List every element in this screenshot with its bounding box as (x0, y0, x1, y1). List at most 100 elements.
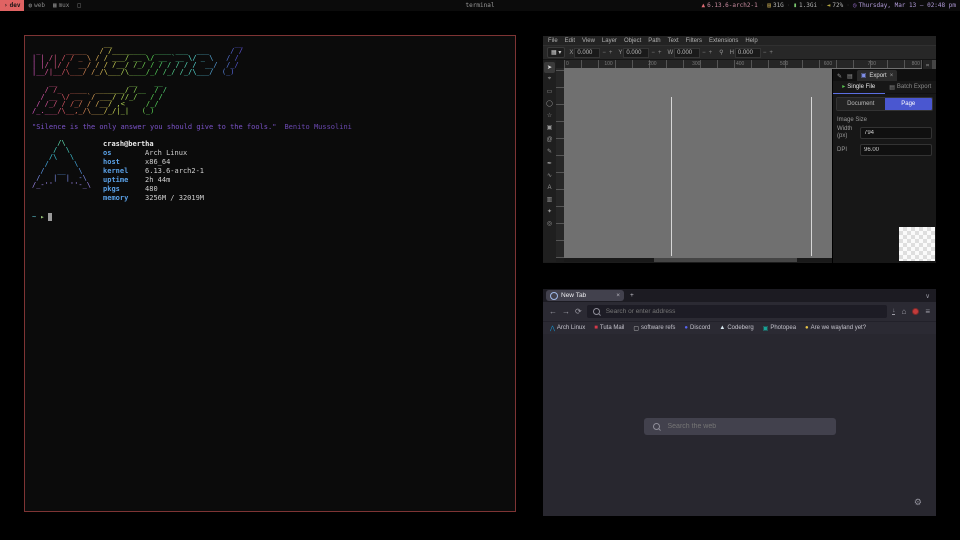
bookmark-favicon: ▢ (633, 325, 639, 332)
text-tool[interactable]: A (544, 182, 555, 193)
export-panel-tabs: ✎ ▤ ▣ Export × (833, 69, 936, 81)
shell-prompt[interactable]: ~ ▸ (32, 213, 508, 221)
bookmark-arch-linux[interactable]: ⋀Arch Linux (550, 325, 585, 332)
export-tab-icon: ▣ (861, 72, 867, 79)
export-tab-close-icon[interactable]: × (890, 73, 894, 79)
menu-help[interactable]: Help (745, 38, 757, 44)
workspace-scratch[interactable]: □ (73, 0, 85, 11)
fetch-user-host: crash@bertha (103, 140, 204, 149)
dropper-tool[interactable]: ✦ (544, 206, 555, 217)
spin-plus-button[interactable]: + (768, 50, 774, 56)
rect-tool[interactable]: ▭ (544, 86, 555, 97)
bookmark-codeberg[interactable]: ▲Codeberg (719, 325, 753, 331)
bookmark-favicon: ▲ (719, 325, 725, 331)
box3d-tool[interactable]: ▣ (544, 122, 555, 133)
single-file-label: Single File (847, 84, 875, 90)
page-button[interactable]: Page (885, 98, 933, 110)
new-tab-button[interactable]: + (627, 292, 637, 299)
back-button[interactable]: ← (549, 307, 557, 316)
fetch-row: hostx86_64 (103, 158, 204, 167)
ellipse-tool[interactable]: ◯ (544, 98, 555, 109)
hscroll-thumb[interactable] (654, 258, 797, 262)
spin-plus-button[interactable]: + (608, 50, 614, 56)
pen-tool[interactable]: ✒ (544, 158, 555, 169)
tab-list-chevron-icon[interactable]: ∨ (925, 292, 933, 300)
width-input[interactable] (860, 127, 932, 139)
fetch-value-memory: 3256M / 32019M (145, 194, 204, 202)
bookmark-software-refs[interactable]: ▢software refs (633, 325, 675, 332)
menu-text[interactable]: Text (668, 38, 679, 44)
calligraphy-tool[interactable]: ∿ (544, 170, 555, 181)
fetch-value-os: Arch Linux (145, 149, 187, 157)
menu-edit[interactable]: Edit (565, 38, 575, 44)
bookmark-discord[interactable]: ●Discord (684, 325, 710, 331)
spin-plus-button[interactable]: + (708, 50, 714, 56)
reload-button[interactable]: ⟳ (575, 307, 582, 316)
spin-value[interactable]: 0.000 (735, 48, 761, 58)
menu-path[interactable]: Path (648, 38, 660, 44)
tab-single-file[interactable]: ▸ Single File (833, 81, 885, 94)
personalize-gear-icon[interactable]: ⚙ (914, 497, 922, 508)
web-search-box[interactable] (644, 418, 836, 435)
spin-minus-button[interactable]: − (650, 50, 656, 56)
browser-tab[interactable]: New Tab × (546, 290, 624, 301)
spin-minus-button[interactable]: − (601, 50, 607, 56)
downloads-icon[interactable]: ↓ (892, 308, 895, 316)
export-tab[interactable]: ▣ Export × (857, 70, 898, 81)
spin-label: H (730, 50, 734, 56)
selection-mode-dropdown[interactable]: ▦ ▾ (547, 47, 565, 58)
bookmark-are-we-wayland-yet-[interactable]: ●Are we wayland yet? (805, 325, 866, 331)
menu-view[interactable]: View (582, 38, 595, 44)
lock-ratio-icon[interactable]: ⚲ (718, 49, 724, 56)
inkscape-tool-options-bar: ▦ ▾ X0.000−+Y0.000−+W0.000−+⚲H0.000−+ (543, 45, 936, 60)
node-tool[interactable]: ⌖ (544, 74, 555, 85)
terminal-window[interactable]: __ __ _ _____ / /________ ____ ___ ___ /… (24, 35, 516, 512)
home-icon[interactable]: ⌂ (901, 307, 906, 316)
fetch-row: kernel6.13.6-arch2-1 (103, 167, 204, 176)
inkscape-menubar: File Edit View Layer Object Path Text Filters Ex… (543, 36, 936, 45)
spin-minus-button[interactable]: − (701, 50, 707, 56)
dpi-input[interactable] (860, 144, 932, 156)
spin-plus-button[interactable]: + (657, 50, 663, 56)
gradient-tool[interactable]: ▥ (544, 194, 555, 205)
menu-icon[interactable]: ≡ (925, 307, 930, 316)
bookmark-photopea[interactable]: ▣Photopea (763, 325, 796, 332)
menu-extensions[interactable]: Extensions (709, 38, 738, 44)
web-search-input[interactable] (666, 422, 827, 431)
workspace-label: mux (59, 2, 70, 9)
address-input[interactable] (604, 307, 882, 316)
tab-title: New Tab (561, 292, 586, 299)
menu-file[interactable]: File (548, 38, 558, 44)
spin-value[interactable]: 0.000 (574, 48, 600, 58)
dpi-row: DPI (833, 142, 936, 158)
quote-line: "Silence is the only answer you should g… (32, 123, 508, 131)
address-bar[interactable] (587, 305, 888, 318)
forward-button[interactable]: → (562, 307, 570, 316)
bookmark-favicon: ⋀ (550, 325, 555, 332)
spin-label: X (569, 50, 573, 56)
workspace-mux[interactable]: ▦mux (49, 0, 73, 11)
extension-icon[interactable] (912, 308, 919, 315)
pencil-tool[interactable]: ✎ (544, 146, 555, 157)
workspace-web[interactable]: ◍web (24, 0, 48, 11)
workspace-dev[interactable]: ›dev (0, 0, 24, 11)
spin-value[interactable]: 0.000 (674, 48, 700, 58)
tab-batch-export[interactable]: ▤ Batch Export (885, 81, 937, 93)
tab-close-icon[interactable]: × (616, 292, 620, 299)
bookmark-label: Codeberg (727, 325, 753, 331)
module-separator: · (761, 2, 765, 9)
fetch-row: osArch Linux (103, 149, 204, 158)
workspace-label: dev (10, 2, 21, 9)
menu-object[interactable]: Object (624, 38, 641, 44)
menu-layer[interactable]: Layer (602, 38, 617, 44)
document-button[interactable]: Document (837, 98, 885, 110)
bookmark-tuta-mail[interactable]: ■Tuta Mail (594, 325, 624, 331)
star-tool[interactable]: ☆ (544, 110, 555, 121)
selector-tool[interactable]: ➤ (544, 62, 555, 73)
spin-value[interactable]: 0.000 (623, 48, 649, 58)
spin-minus-button[interactable]: − (762, 50, 768, 56)
zoom-tool[interactable]: ◎ (544, 218, 555, 229)
spiral-tool[interactable]: @ (544, 134, 555, 145)
menu-filters[interactable]: Filters (686, 38, 702, 44)
fetch-label-pkgs: pkgs (103, 185, 145, 194)
